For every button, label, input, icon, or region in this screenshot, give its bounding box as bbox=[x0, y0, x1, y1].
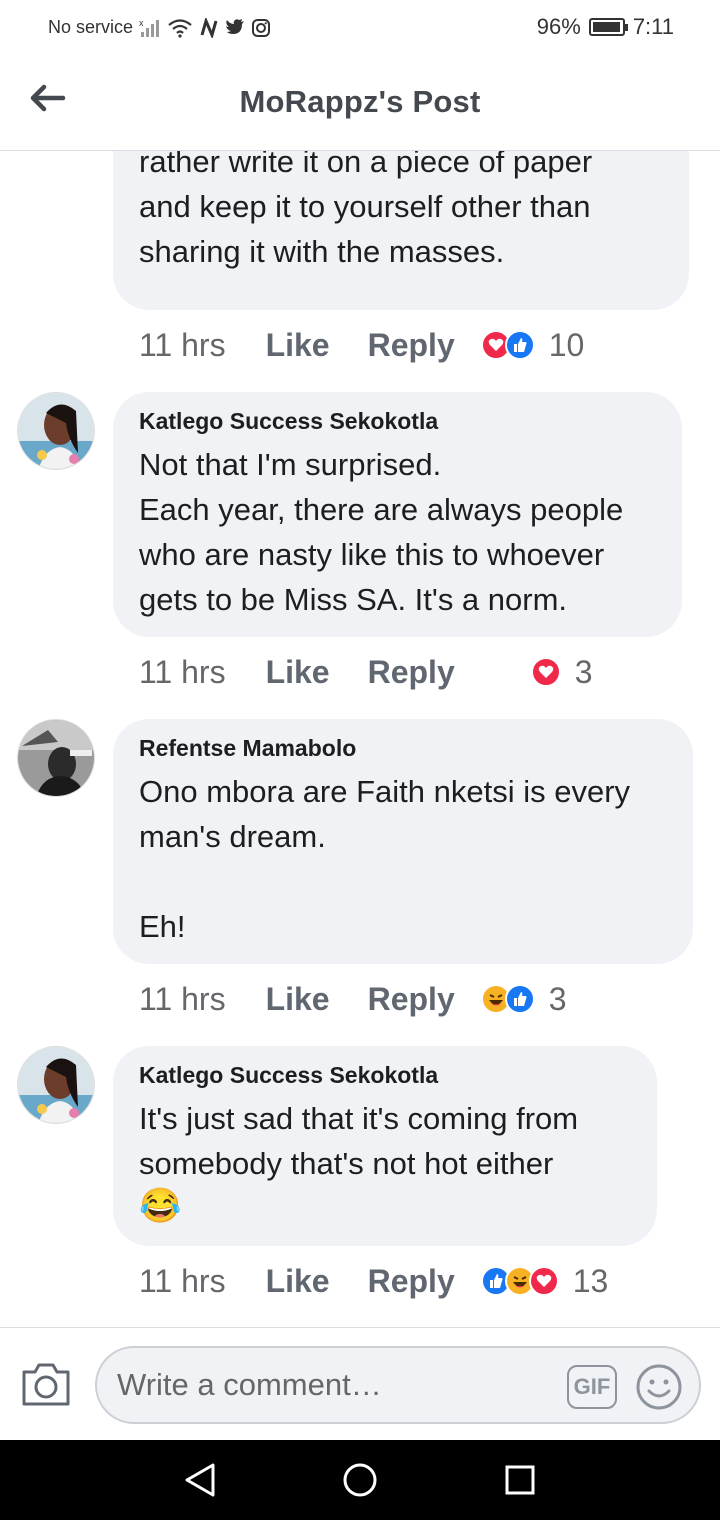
reaction-summary[interactable]: 3 bbox=[480, 980, 567, 1018]
emoji-button[interactable] bbox=[635, 1363, 683, 1411]
page-title: MoRappz's Post bbox=[239, 84, 481, 119]
reply-button[interactable]: Reply bbox=[368, 327, 455, 364]
reply-button[interactable]: Reply bbox=[368, 981, 455, 1018]
circle-home-icon bbox=[343, 1463, 377, 1497]
battery-icon bbox=[588, 18, 628, 36]
reaction-summary[interactable]: 3 bbox=[530, 653, 593, 691]
wifi-icon bbox=[168, 18, 192, 38]
avatar[interactable] bbox=[17, 1046, 95, 1124]
love-reaction-icon bbox=[528, 1266, 559, 1296]
avatar[interactable] bbox=[17, 719, 95, 797]
comment-author[interactable]: Katlego Success Sekokotla bbox=[139, 1060, 631, 1090]
tears-of-joy-emoji: 😂 bbox=[139, 1187, 182, 1225]
comment-composer: GIF bbox=[0, 1327, 720, 1440]
reply-button[interactable]: Reply bbox=[368, 1263, 455, 1300]
comment-author[interactable]: Refentse Mamabolo bbox=[139, 733, 667, 763]
comment-input-container[interactable]: GIF bbox=[95, 1346, 701, 1424]
status-left: No service x bbox=[48, 17, 271, 38]
nav-recents-button[interactable] bbox=[500, 1460, 540, 1500]
comment-time: 11 hrs bbox=[139, 653, 226, 690]
comment-bubble[interactable]: Katlego Success Sekokotla It's just sad … bbox=[113, 1046, 657, 1246]
no-signal-icon: x bbox=[139, 18, 160, 37]
comment-text: It's just sad that it's coming from some… bbox=[139, 1101, 579, 1181]
reaction-count: 3 bbox=[548, 980, 567, 1017]
comment-actions: 11 hrs Like Reply 13 bbox=[139, 1261, 608, 1301]
status-bar: No service x 96% 7:11 bbox=[0, 0, 720, 56]
instagram-icon bbox=[252, 18, 271, 37]
triangle-back-icon bbox=[185, 1463, 215, 1497]
comment-bubble[interactable]: rather write it on a piece of paper and … bbox=[113, 151, 689, 310]
like-button[interactable]: Like bbox=[266, 327, 330, 364]
comments-feed[interactable]: rather write it on a piece of paper and … bbox=[0, 151, 720, 1327]
reaction-count: 3 bbox=[574, 653, 593, 690]
clock-time: 7:11 bbox=[632, 14, 674, 39]
comment-actions: 11 hrs Like Reply 3 bbox=[139, 652, 593, 692]
reaction-summary[interactable]: 10 bbox=[480, 326, 585, 364]
svg-text:x: x bbox=[139, 18, 144, 28]
comment-actions: 11 hrs Like Reply 10 bbox=[139, 325, 584, 365]
square-recents-icon bbox=[505, 1465, 535, 1495]
comment-text: Not that I'm surprised. Each year, there… bbox=[139, 447, 624, 617]
comment-bubble[interactable]: Refentse Mamabolo Ono mbora are Faith nk… bbox=[113, 719, 693, 964]
comment-text: Ono mbora are Faith nketsi is every man'… bbox=[139, 774, 631, 944]
comment-time: 11 hrs bbox=[139, 980, 226, 1017]
camera-icon bbox=[22, 1363, 70, 1406]
comment-time: 11 hrs bbox=[139, 1262, 226, 1299]
reaction-count: 13 bbox=[572, 1262, 609, 1299]
comment-text: rather write it on a piece of paper and … bbox=[139, 151, 593, 269]
reply-button[interactable]: Reply bbox=[368, 654, 455, 691]
love-reaction-icon bbox=[530, 657, 561, 687]
nav-back-button[interactable] bbox=[181, 1460, 221, 1500]
avatar[interactable] bbox=[17, 392, 95, 470]
reaction-count: 10 bbox=[548, 326, 585, 363]
nav-home-button[interactable] bbox=[340, 1460, 380, 1500]
gif-button[interactable]: GIF bbox=[567, 1365, 617, 1409]
twitter-icon bbox=[226, 18, 245, 34]
smiley-icon bbox=[636, 1364, 682, 1410]
like-button[interactable]: Like bbox=[266, 654, 330, 691]
like-button[interactable]: Like bbox=[266, 981, 330, 1018]
comment-input[interactable] bbox=[117, 1362, 557, 1408]
battery-percent: 96% bbox=[536, 14, 581, 39]
battery-fill bbox=[592, 22, 620, 32]
reaction-summary[interactable]: 13 bbox=[480, 1262, 609, 1300]
comment-bubble[interactable]: Katlego Success Sekokotla Not that I'm s… bbox=[113, 392, 682, 637]
like-button[interactable]: Like bbox=[266, 1263, 330, 1300]
carrier-text: No service bbox=[48, 17, 134, 37]
comment-time: 11 hrs bbox=[139, 326, 226, 363]
comment-actions: 11 hrs Like Reply 3 bbox=[139, 979, 567, 1019]
nfc-icon bbox=[200, 17, 218, 38]
app-header: MoRappz's Post bbox=[0, 56, 720, 151]
system-nav-bar bbox=[0, 1440, 720, 1520]
like-reaction-icon bbox=[504, 330, 535, 360]
camera-button[interactable] bbox=[20, 1360, 72, 1408]
status-right: 96% 7:11 bbox=[537, 14, 674, 40]
like-reaction-icon bbox=[504, 984, 535, 1014]
comment-author[interactable]: Katlego Success Sekokotla bbox=[139, 406, 656, 436]
